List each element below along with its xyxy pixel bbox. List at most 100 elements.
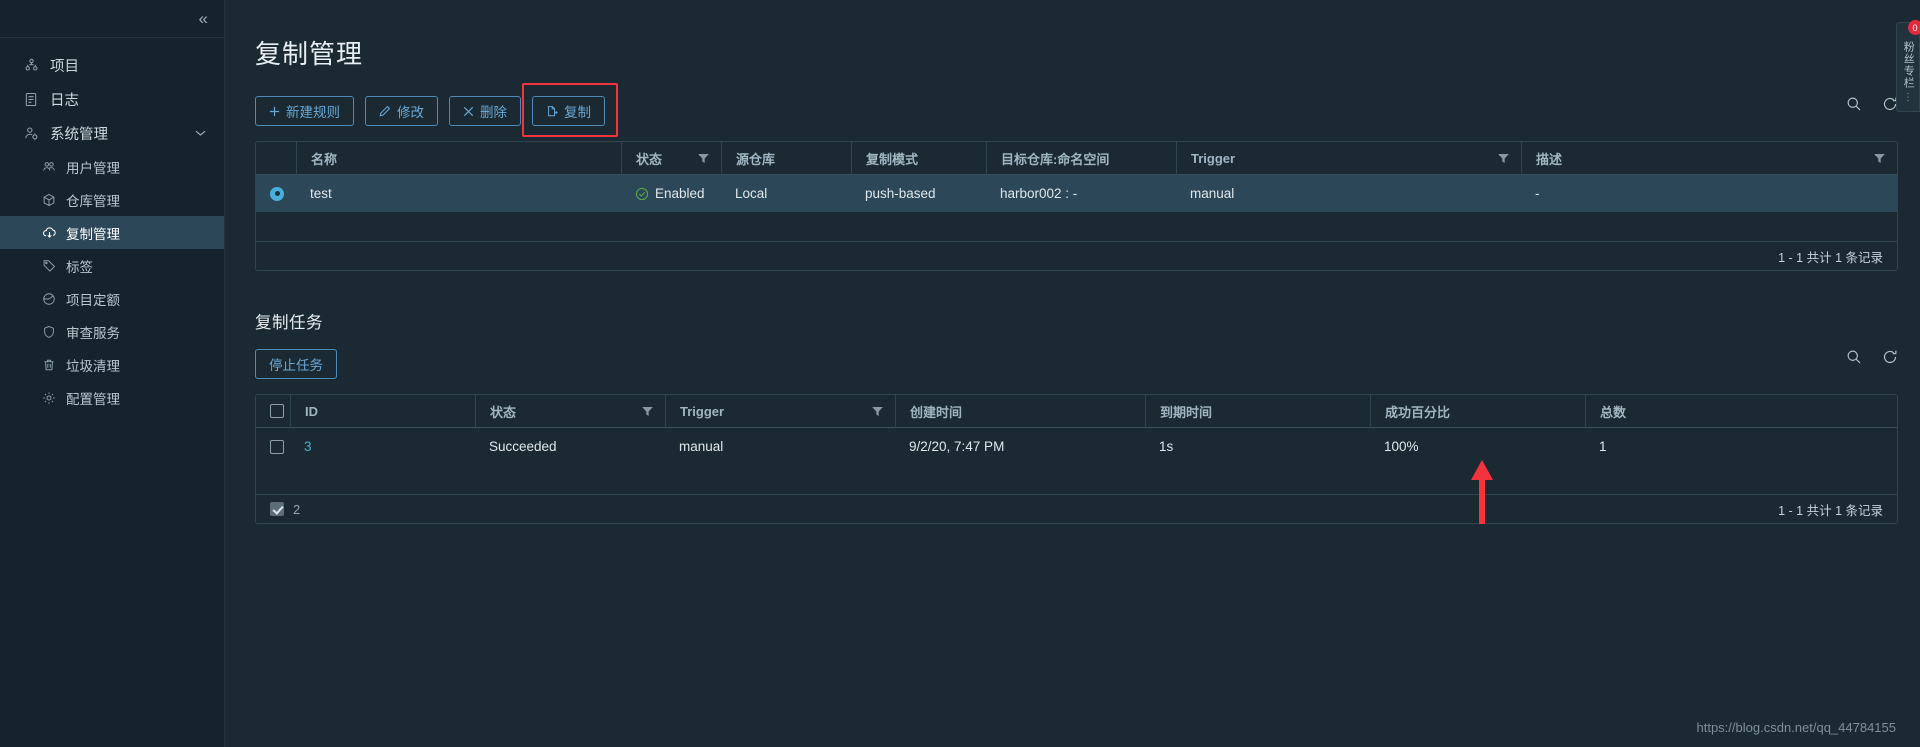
filter-icon[interactable] [872, 406, 883, 416]
replicate-button-highlight-group: 复制 [522, 83, 618, 137]
cell-task-trigger: manual [679, 439, 724, 454]
selection-summary: 2 [270, 502, 300, 517]
search-icon[interactable] [1846, 96, 1862, 112]
sidebar-item-project-quotas[interactable]: 项目定额 [0, 282, 224, 315]
pencil-icon [379, 105, 391, 117]
table-row[interactable]: 3 Succeeded manual 9/2/20, 7:47 PM 1s 10… [256, 428, 1897, 465]
row-checkbox[interactable] [256, 428, 290, 465]
th-task-trigger[interactable]: Trigger [665, 395, 895, 428]
delete-rule-label: 删除 [480, 105, 507, 120]
chevron-down-icon[interactable] [195, 129, 206, 137]
rail-label: 粉丝专栏 [1902, 41, 1915, 89]
sidebar-item-label: 用户管理 [66, 160, 120, 176]
search-icon[interactable] [1846, 349, 1862, 365]
sidebar-item-system-admin[interactable]: 系统管理 [0, 116, 224, 150]
trash-icon [42, 358, 62, 372]
sidebar-item-configuration[interactable]: 配置管理 [0, 381, 224, 414]
tasks-table-footer: 2 1 - 1 共计 1 条记录 [256, 494, 1897, 523]
tasks-section-title: 复制任务 [255, 314, 323, 332]
th-select-all[interactable] [256, 395, 290, 428]
sidebar-item-label: 复制管理 [66, 226, 120, 242]
gear-icon [42, 391, 62, 405]
th-description[interactable]: 描述 [1521, 142, 1897, 175]
stop-task-label: 停止任务 [269, 358, 323, 373]
sidebar-item-label: 配置管理 [66, 391, 120, 407]
sidebar-item-projects[interactable]: 项目 [0, 48, 224, 82]
delete-rule-button[interactable]: 删除 [449, 96, 521, 126]
users-group-icon [24, 58, 46, 73]
th-total[interactable]: 总数 [1585, 395, 1897, 428]
cell-name: test [310, 186, 332, 201]
users-icon [42, 160, 62, 174]
stop-task-button[interactable]: 停止任务 [255, 349, 337, 379]
filter-icon[interactable] [1498, 153, 1509, 163]
pagination-summary: 1 - 1 共计 1 条记录 [1778, 503, 1883, 518]
cube-icon [42, 193, 62, 207]
cell-replication-mode: push-based [865, 186, 936, 201]
tasks-toolbar: 停止任务 [255, 349, 1898, 379]
th-task-status[interactable]: 状态 [475, 395, 665, 428]
sidebar-item-user-management[interactable]: 用户管理 [0, 150, 224, 183]
status-ok-icon [635, 187, 649, 201]
sidebar-item-labels[interactable]: 标签 [0, 249, 224, 282]
sidebar-item-registry-management[interactable]: 仓库管理 [0, 183, 224, 216]
cell-id[interactable]: 3 [290, 428, 475, 465]
edit-rule-button[interactable]: 修改 [365, 96, 438, 126]
rules-table-footer: 1 - 1 共计 1 条记录 [256, 241, 1897, 270]
th-status[interactable]: 状态 [621, 142, 721, 175]
row-radio[interactable] [256, 175, 296, 212]
table-row[interactable]: test Enabled Local push-based harbor002 … [256, 175, 1897, 212]
pagination-summary: 1 - 1 共计 1 条记录 [1778, 250, 1883, 265]
shield-icon [42, 325, 62, 339]
watermark-text: https://blog.csdn.net/qq_44784155 [1696, 720, 1897, 735]
refresh-icon[interactable] [1882, 349, 1898, 365]
plus-icon [269, 106, 280, 117]
cell-total: 1 [1599, 439, 1607, 454]
th-created-time[interactable]: 创建时间 [895, 395, 1145, 428]
status-label: Enabled [655, 186, 705, 201]
sidebar-item-logs[interactable]: 日志 [0, 82, 224, 116]
th-source-registry[interactable]: 源仓库 [721, 142, 851, 175]
sidebar-item-interrogation-services[interactable]: 审查服务 [0, 315, 224, 348]
right-side-rail[interactable]: 0 粉丝专栏 ⋮ [1896, 20, 1920, 112]
rules-table-tools [1846, 96, 1898, 112]
table-empty-filler [256, 212, 1897, 241]
sidebar-item-label: 标签 [66, 259, 93, 275]
sidebar-item-label: 项目 [50, 58, 79, 75]
list-log-icon [24, 92, 46, 107]
sidebar-item-label: 垃圾清理 [66, 358, 120, 374]
tag-icon [42, 259, 62, 273]
th-name[interactable]: 名称 [296, 142, 621, 175]
sidebar-item-garbage-collection[interactable]: 垃圾清理 [0, 348, 224, 381]
sidebar-item-replication-management[interactable]: 复制管理 [0, 216, 224, 249]
th-id[interactable]: ID [290, 395, 475, 428]
cell-destination: harbor002 : - [1000, 186, 1078, 201]
sidebar-nav: 项目 日志 系统管理 用户管理 仓库管理 复制管理 标签 项目定额 审查服务 垃… [0, 38, 224, 414]
page-title: 复制管理 [255, 39, 364, 69]
radio-selected-icon[interactable] [270, 186, 284, 201]
tasks-table-tools [1846, 349, 1898, 365]
replicate-button[interactable]: 复制 [532, 96, 605, 126]
new-rule-button[interactable]: 新建规则 [255, 96, 354, 126]
copy-icon [546, 105, 558, 118]
th-success-rate[interactable]: 成功百分比 [1370, 395, 1585, 428]
select-all-checkbox[interactable] [270, 404, 284, 418]
more-options-icon[interactable]: ⋮ [1903, 92, 1913, 103]
selection-checkbox-icon[interactable] [270, 502, 284, 516]
filter-icon[interactable] [642, 406, 653, 416]
main-content: 复制管理 新建规则 修改 删除 复制 名称 状态 源仓库 复制模式 目标仓库:命… [225, 0, 1920, 747]
cell-status: Enabled [621, 175, 721, 212]
replication-cloud-icon [42, 225, 62, 240]
th-trigger[interactable]: Trigger [1176, 142, 1521, 175]
th-replication-mode[interactable]: 复制模式 [851, 142, 986, 175]
collapse-sidebar-button[interactable]: « [195, 8, 210, 29]
filter-icon[interactable] [698, 153, 709, 163]
th-select [256, 142, 296, 175]
th-destination[interactable]: 目标仓库:命名空间 [986, 142, 1176, 175]
row-checkbox-icon[interactable] [270, 439, 284, 454]
rules-toolbar: 新建规则 修改 删除 复制 [255, 83, 1898, 137]
close-x-icon [463, 106, 474, 117]
selection-count: 2 [293, 501, 301, 517]
filter-icon[interactable] [1874, 153, 1885, 163]
th-duration[interactable]: 到期时间 [1145, 395, 1370, 428]
